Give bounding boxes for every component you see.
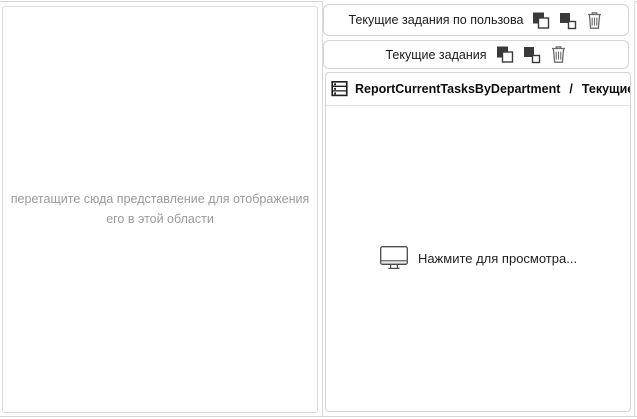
hierarchy-icon[interactable]: [559, 11, 577, 30]
view-header-label: Текущие задания по пользова: [349, 13, 524, 27]
copy-icon[interactable]: [532, 11, 550, 30]
trash-icon[interactable]: [550, 45, 567, 64]
click-to-preview-area[interactable]: Нажмите для просмотра...: [326, 106, 630, 411]
click-to-preview-label: Нажмите для просмотра...: [418, 251, 577, 266]
report-column: Текущие задания по пользова: [322, 1, 635, 416]
drop-zone-placeholder: перетащите сюда представление для отобра…: [3, 190, 317, 229]
dashboard-designer-surface: перетащите сюда представление для отобра…: [0, 0, 637, 419]
monitor-icon: [379, 245, 409, 272]
copy-icon[interactable]: [496, 45, 514, 64]
view-header-current-tasks-by-users[interactable]: Текущие задания по пользова: [323, 4, 629, 36]
breadcrumb-view-name: Текущие з: [582, 82, 630, 96]
hierarchy-icon[interactable]: [523, 45, 541, 64]
view-header-label: Текущие задания: [385, 48, 486, 62]
outer-bottom-border: [0, 416, 637, 417]
report-view-panel: ReportCurrentTasksByDepartment / Текущие…: [325, 72, 631, 412]
report-list-icon: [331, 80, 349, 98]
trash-icon[interactable]: [586, 11, 603, 30]
view-drop-zone[interactable]: перетащите сюда представление для отобра…: [2, 6, 318, 413]
breadcrumb-separator: /: [569, 82, 572, 96]
breadcrumb: ReportCurrentTasksByDepartment / Текущие…: [326, 73, 630, 106]
view-header-current-tasks[interactable]: Текущие задания: [323, 40, 629, 69]
breadcrumb-report-name: ReportCurrentTasksByDepartment: [355, 82, 560, 96]
